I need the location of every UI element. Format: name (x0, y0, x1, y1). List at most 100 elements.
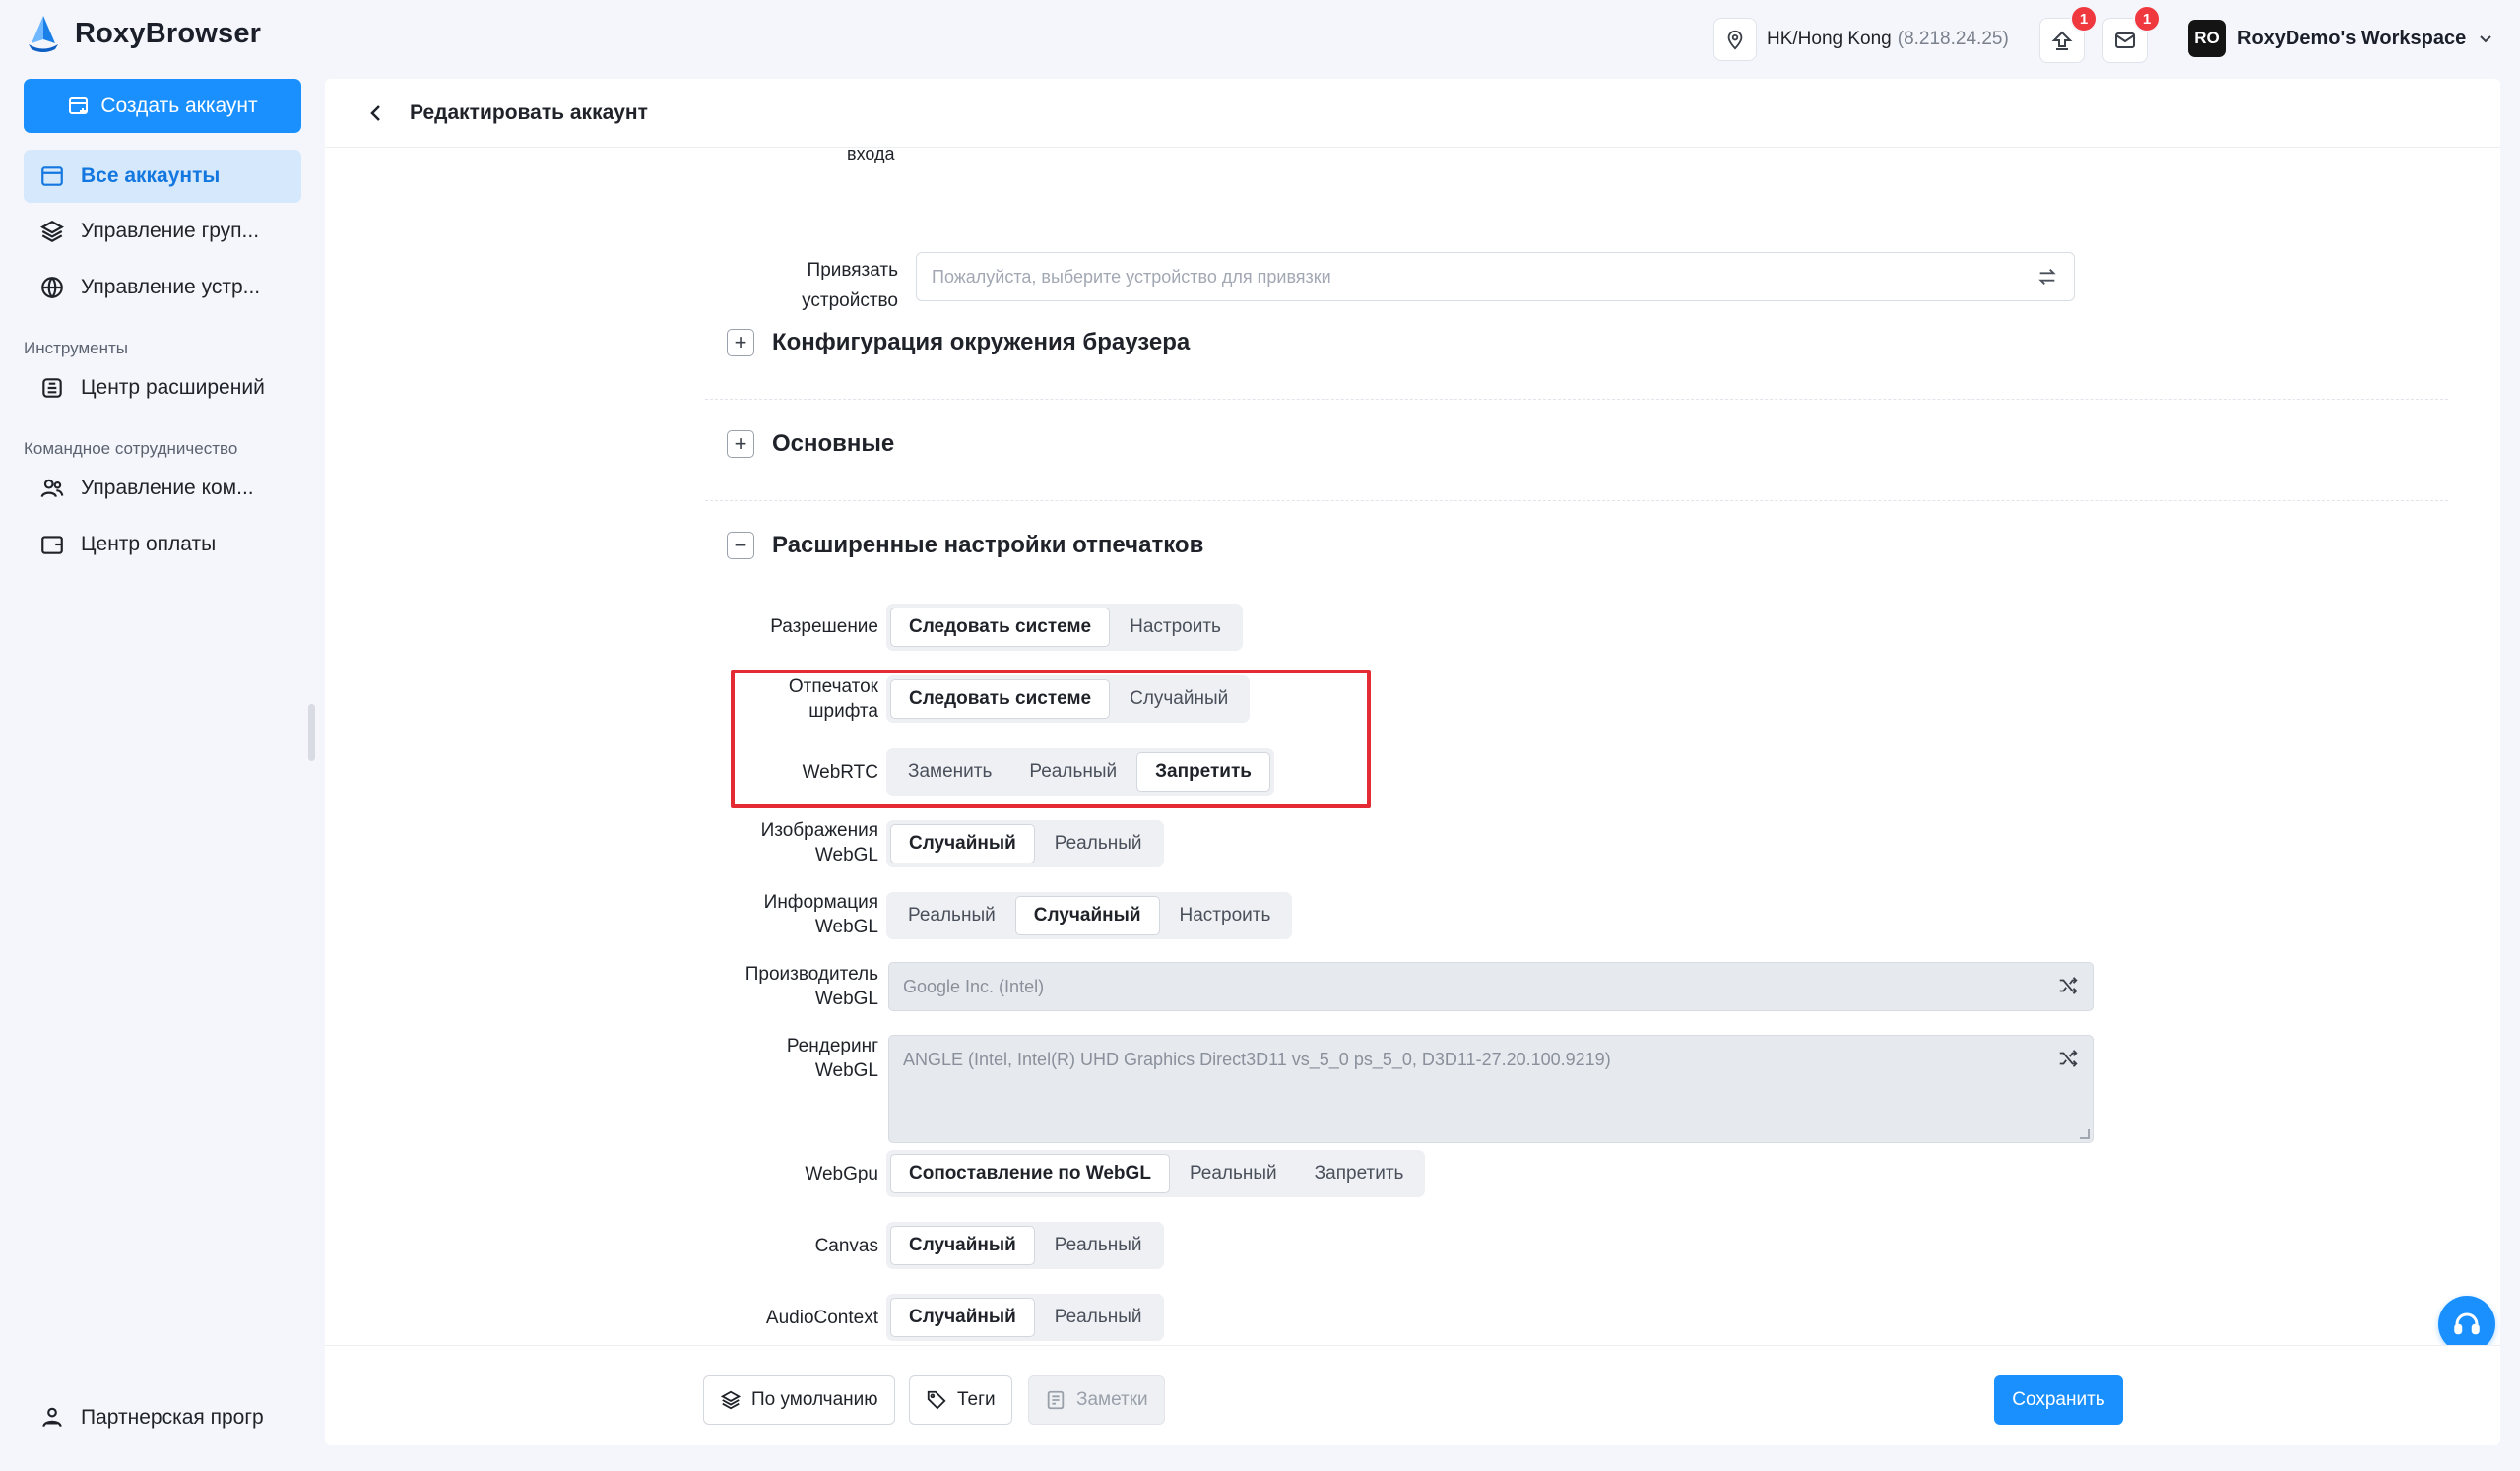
sidebar-item-label: Все аккаунты (81, 164, 221, 187)
webgpu-option-real[interactable]: Реальный (1172, 1154, 1295, 1193)
sidebar-item-group-management[interactable]: Управление груп... (24, 205, 301, 258)
shuffle-icon[interactable] (2057, 975, 2079, 996)
tags-button[interactable]: Теги (909, 1375, 1012, 1425)
webgl-render-label: Рендеринг WebGL (786, 1036, 878, 1081)
section-title: Основные (772, 430, 895, 457)
notes-button[interactable]: Заметки (1028, 1375, 1165, 1425)
form-footer: По умолчанию Теги Заметки Сохранить (325, 1345, 2500, 1445)
webrtc-option-real[interactable]: Реальный (1011, 752, 1134, 792)
sidebar-item-label: Центр расширений (81, 376, 265, 399)
create-account-label: Создать аккаунт (100, 94, 258, 117)
webgl-render-textarea[interactable]: ANGLE (Intel, Intel(R) UHD Graphics Dire… (888, 1035, 2094, 1143)
resolution-segmented-control[interactable]: Следовать системе Настроить (886, 604, 1243, 651)
sidebar-item-extensions[interactable]: Центр расширений (24, 361, 301, 415)
resolution-option-follow-system[interactable]: Следовать системе (890, 608, 1111, 647)
form-scroll-area[interactable]: входа Привязать устройство Пожалуйста, в… (325, 148, 2500, 1424)
default-label: По умолчанию (751, 1389, 878, 1410)
roxybrowser-logo-icon (29, 16, 58, 52)
sidebar-section-tools: Инструменты (24, 339, 129, 357)
shuffle-icon[interactable] (2057, 1048, 2079, 1069)
proxy-location[interactable]: HK/Hong Kong (8.218.24.25) (1713, 18, 2009, 61)
sidebar-item-label: Управление ком... (81, 477, 254, 499)
swap-icon (2038, 269, 2056, 285)
webgl-vendor-input[interactable]: Google Inc. (Intel) (888, 962, 2094, 1011)
webrtc-segmented-control[interactable]: Заменить Реальный Запретить (886, 748, 1274, 796)
resize-handle[interactable] (2080, 1129, 2090, 1139)
resolution-label: Разрешение (770, 616, 878, 637)
panel-header: Редактировать аккаунт (325, 79, 2500, 148)
bind-device-select[interactable]: Пожалуйста, выберите устройство для прив… (916, 252, 2075, 301)
webgl-images-option-real[interactable]: Реальный (1037, 824, 1160, 863)
users-icon (40, 479, 64, 498)
sidebar-item-label: Партнерская прогр (81, 1406, 264, 1429)
sidebar-item-label: Управление устр... (81, 276, 261, 298)
bind-device-label: Привязать устройство (802, 260, 898, 311)
edit-account-panel: Редактировать аккаунт входа Привязать ус… (325, 79, 2500, 1445)
webrtc-option-disable[interactable]: Запретить (1136, 752, 1270, 792)
audiocontext-label: AudioContext (765, 1308, 878, 1328)
headset-icon (2454, 1312, 2480, 1335)
sidebar: Создать аккаунт Все аккаунты Управление … (0, 79, 305, 1471)
section-advanced-fingerprint[interactable]: − Расширенные настройки отпечатков (727, 532, 1203, 559)
webgpu-label: WebGpu (805, 1164, 878, 1184)
canvas-label: Canvas (814, 1236, 878, 1256)
layers-icon (720, 1390, 742, 1410)
webgl-info-option-real[interactable]: Реальный (890, 896, 1013, 935)
default-button[interactable]: По умолчанию (703, 1375, 895, 1425)
top-bar: RoxyBrowser HK/Hong Kong (8.218.24.25) 1 … (0, 0, 2520, 79)
webgl-images-option-random[interactable]: Случайный (890, 824, 1035, 863)
sidebar-item-all-accounts[interactable]: Все аккаунты (24, 150, 301, 203)
webgl-info-option-random[interactable]: Случайный (1014, 896, 1160, 935)
workspace-switcher[interactable]: RO RoxyDemo's Workspace (2188, 20, 2493, 57)
webgl-info-option-custom[interactable]: Настроить (1162, 896, 1289, 935)
webrtc-option-replace[interactable]: Заменить (890, 752, 1009, 792)
notes-label: Заметки (1076, 1389, 1148, 1410)
create-account-button[interactable]: Создать аккаунт (24, 79, 301, 133)
mail-button[interactable]: 1 (2102, 5, 2161, 63)
webrtc-label: WebRTC (802, 762, 878, 783)
brand[interactable]: RoxyBrowser (26, 14, 261, 53)
sidebar-item-team-management[interactable]: Управление ком... (24, 462, 301, 515)
canvas-option-random[interactable]: Случайный (890, 1226, 1035, 1265)
audio-option-random[interactable]: Случайный (890, 1298, 1035, 1337)
tags-label: Теги (957, 1389, 996, 1410)
clipped-field-label: входа (847, 148, 895, 163)
audiocontext-segmented-control[interactable]: Случайный Реальный (886, 1294, 1164, 1341)
app-name: RoxyBrowser (75, 17, 262, 49)
location-text: HK/Hong Kong (8.218.24.25) (1767, 29, 2009, 49)
location-pin-icon (1713, 18, 1757, 61)
sidebar-scrollbar[interactable] (308, 704, 315, 761)
section-title: Конфигурация окружения браузера (772, 329, 1191, 355)
save-button[interactable]: Сохранить (1994, 1375, 2123, 1425)
resolution-option-custom[interactable]: Настроить (1112, 608, 1239, 647)
webgl-render-value: ANGLE (Intel, Intel(R) UHD Graphics Dire… (903, 1050, 1611, 1069)
webgpu-option-disable[interactable]: Запретить (1297, 1154, 1422, 1193)
expand-plus-icon: + (727, 430, 754, 458)
webgl-images-label: Изображения WebGL (760, 820, 878, 865)
section-browser-environment[interactable]: + Конфигурация окружения браузера (727, 329, 1190, 356)
webgl-info-segmented-control[interactable]: Реальный Случайный Настроить (886, 892, 1293, 939)
audio-option-real[interactable]: Реальный (1037, 1298, 1160, 1337)
webgl-vendor-value: Google Inc. (Intel) (903, 977, 1045, 996)
back-arrow-icon[interactable] (364, 101, 388, 125)
page-title: Редактировать аккаунт (410, 100, 648, 124)
sidebar-item-payment-center[interactable]: Центр оплаты (24, 518, 301, 571)
upload-button[interactable]: 1 (2039, 5, 2098, 63)
webgpu-segmented-control[interactable]: Сопоставление по WebGL Реальный Запретит… (886, 1150, 1426, 1197)
layers-icon (40, 221, 64, 242)
section-basic[interactable]: + Основные (727, 430, 894, 458)
extensions-icon (42, 378, 62, 398)
canvas-segmented-control[interactable]: Случайный Реальный (886, 1222, 1164, 1269)
mail-badge: 1 (2133, 5, 2161, 32)
sidebar-item-partner-program[interactable]: Партнерская прогр (24, 1391, 301, 1444)
webgl-vendor-label: Производитель WebGL (744, 964, 878, 1009)
sidebar-item-device-management[interactable]: Управление устр... (24, 261, 301, 314)
webgl-images-segmented-control[interactable]: Случайный Реальный (886, 820, 1164, 867)
sidebar-item-label: Центр оплаты (81, 533, 217, 555)
globe-icon (41, 277, 63, 299)
webgpu-option-match-webgl[interactable]: Сопоставление по WebGL (890, 1154, 1170, 1193)
canvas-option-real[interactable]: Реальный (1037, 1226, 1160, 1265)
upload-icon (2051, 31, 2073, 50)
section-divider (705, 500, 2448, 501)
notes-icon (1047, 1390, 1065, 1410)
